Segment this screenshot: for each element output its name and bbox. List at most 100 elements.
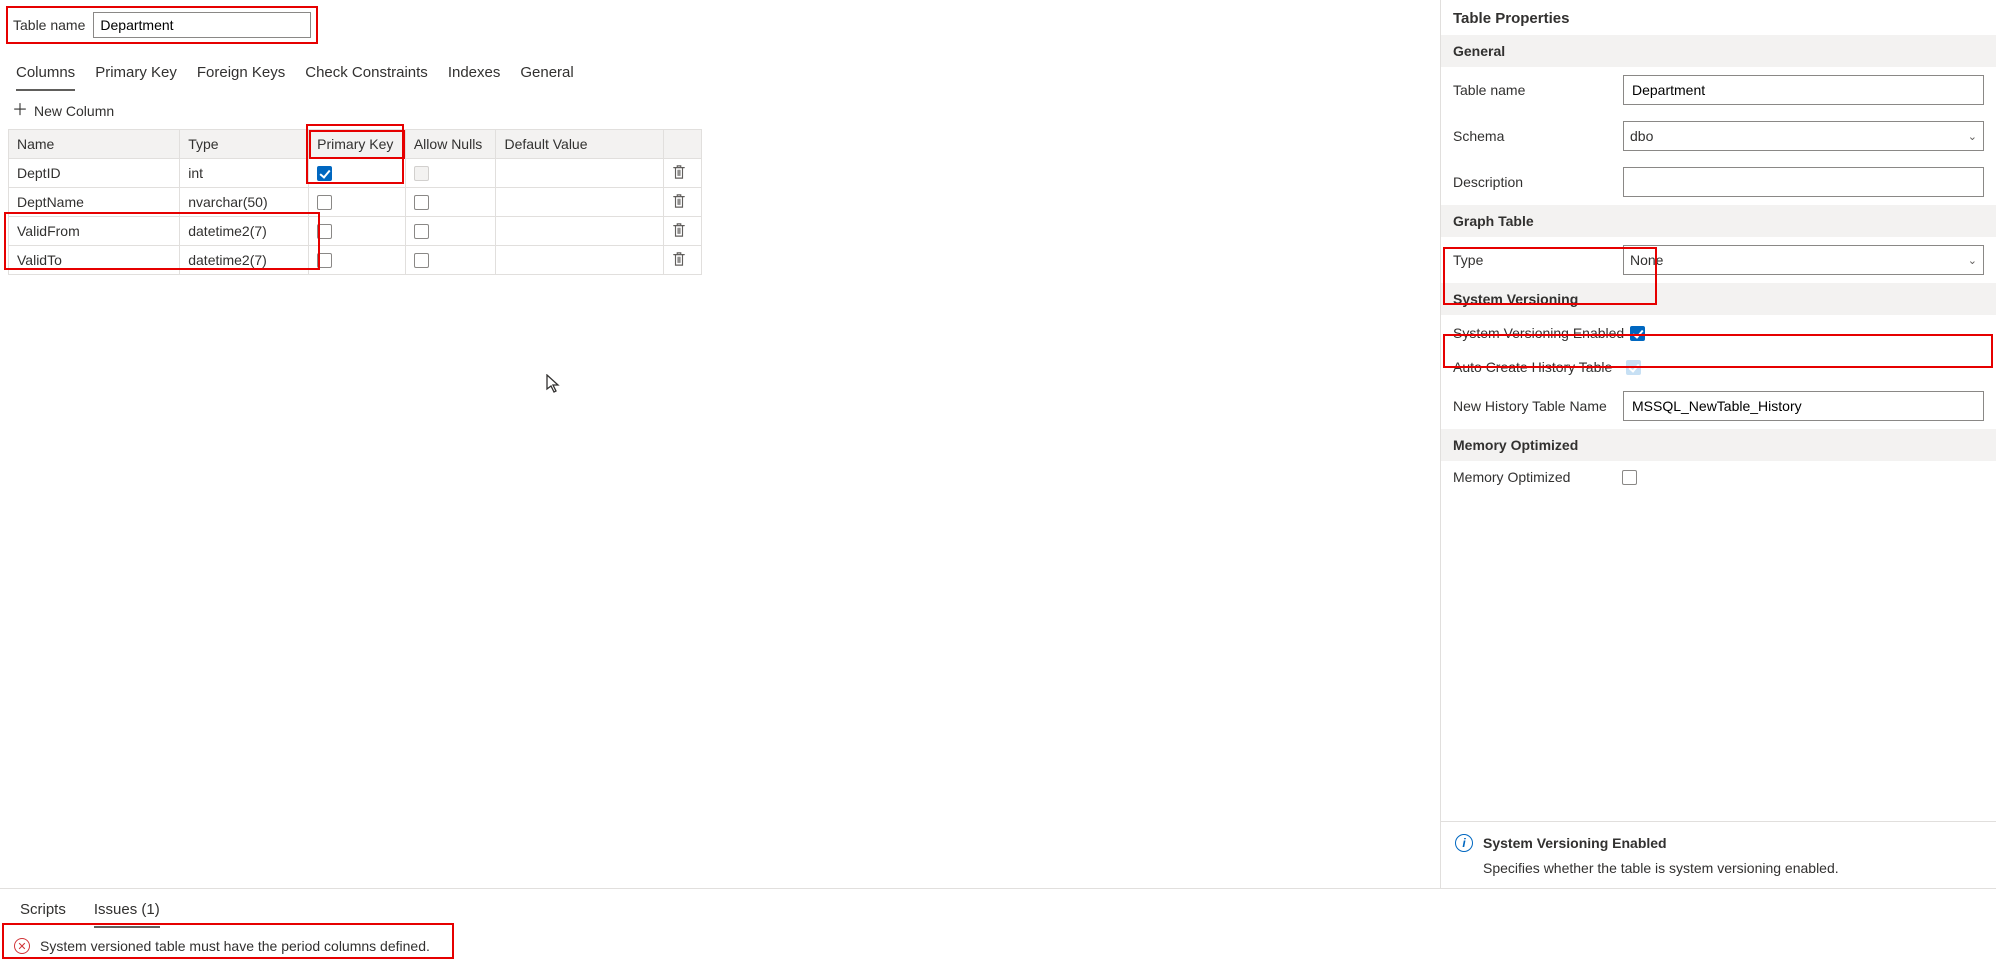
prop-table-name: Table name [1441,67,1996,113]
prop-graph-type-select[interactable]: None ⌄ [1623,245,1984,275]
cell-allow-nulls[interactable] [405,188,496,217]
chevron-down-icon: ⌄ [1968,254,1977,267]
primary-key-checkbox[interactable] [317,253,332,268]
table-row[interactable]: ValidTodatetime2(7) [9,246,702,275]
tab-check-constraints[interactable]: Check Constraints [305,58,428,91]
cell-type[interactable]: datetime2(7) [180,217,309,246]
grid-header-row: Name Type Primary Key Allow Nulls Defaul… [9,130,702,159]
grid-header-allow-nulls[interactable]: Allow Nulls [405,130,496,159]
prop-memory-checkbox[interactable] [1622,470,1637,485]
cell-allow-nulls[interactable] [405,159,496,188]
prop-graph-type-value: None [1630,252,1663,268]
cell-default-value[interactable] [496,188,663,217]
prop-sv-history-name-label: New History Table Name [1453,398,1613,414]
cell-primary-key[interactable] [309,188,406,217]
cell-primary-key[interactable] [309,217,406,246]
cell-name[interactable]: DeptID [9,159,180,188]
prop-sv-enabled-label: System Versioning Enabled [1453,325,1624,341]
prop-memory-label: Memory Optimized [1453,469,1570,485]
properties-title: Table Properties [1441,0,1996,35]
tab-indexes[interactable]: Indexes [448,58,501,91]
allow-nulls-checkbox[interactable] [414,224,429,239]
prop-table-name-label: Table name [1453,82,1613,98]
section-graph: Graph Table [1441,205,1996,237]
trash-icon[interactable] [672,251,686,267]
prop-description-input[interactable] [1623,167,1984,197]
cell-delete[interactable] [663,159,701,188]
primary-key-checkbox[interactable] [317,166,332,181]
trash-icon[interactable] [672,193,686,209]
info-icon: i [1455,834,1473,852]
grid-header-actions [663,130,701,159]
prop-table-name-input[interactable] [1623,75,1984,105]
allow-nulls-checkbox [414,166,429,181]
table-row[interactable]: DeptIDint [9,159,702,188]
bottom-tab-scripts[interactable]: Scripts [20,897,66,928]
cell-type[interactable]: nvarchar(50) [180,188,309,217]
plus-icon: ＋ [12,103,28,119]
prop-schema-select[interactable]: dbo ⌄ [1623,121,1984,151]
primary-key-checkbox[interactable] [317,195,332,210]
prop-graph-type-label: Type [1453,252,1613,268]
bottom-tabs: Scripts Issues (1) [0,889,1996,928]
cell-allow-nulls[interactable] [405,217,496,246]
trash-icon[interactable] [672,164,686,180]
bottom-tab-issues[interactable]: Issues (1) [94,897,160,928]
trash-icon[interactable] [672,222,686,238]
allow-nulls-checkbox[interactable] [414,253,429,268]
cell-type[interactable]: datetime2(7) [180,246,309,275]
prop-schema-label: Schema [1453,128,1613,144]
properties-pane: Table Properties General Table name Sche… [1440,0,1996,888]
cell-allow-nulls[interactable] [405,246,496,275]
info-title: System Versioning Enabled [1483,835,1667,851]
table-row[interactable]: DeptNamenvarchar(50) [9,188,702,217]
issue-row[interactable]: ✕ System versioned table must have the p… [0,928,1996,966]
cell-primary-key[interactable] [309,246,406,275]
cell-primary-key[interactable] [309,159,406,188]
cell-default-value[interactable] [496,159,663,188]
primary-key-checkbox[interactable] [317,224,332,239]
tab-foreign-keys[interactable]: Foreign Keys [197,58,285,91]
new-column-button[interactable]: ＋ New Column [6,91,1440,129]
cell-type[interactable]: int [180,159,309,188]
prop-sv-enabled: System Versioning Enabled [1441,315,1996,351]
prop-memory-optimized: Memory Optimized [1441,461,1996,493]
prop-sv-autocreate: Auto Create History Table [1441,351,1996,383]
prop-sv-history-name-input[interactable] [1623,391,1984,421]
grid-header-type[interactable]: Type [180,130,309,159]
columns-grid: Name Type Primary Key Allow Nulls Defaul… [8,129,702,275]
cell-name[interactable]: DeptName [9,188,180,217]
cell-delete[interactable] [663,217,701,246]
new-column-label: New Column [34,103,114,119]
prop-sv-enabled-checkbox[interactable] [1630,326,1645,341]
grid-header-name[interactable]: Name [9,130,180,159]
table-name-row: Table name [6,6,318,44]
cell-default-value[interactable] [496,217,663,246]
grid-header-primary-key[interactable]: Primary Key [309,130,406,159]
tab-columns[interactable]: Columns [16,58,75,91]
designer-pane: Table name Columns Primary Key Foreign K… [0,0,1440,888]
main-area: Table name Columns Primary Key Foreign K… [0,0,1996,888]
cell-name[interactable]: ValidFrom [9,217,180,246]
cell-default-value[interactable] [496,246,663,275]
tab-general[interactable]: General [520,58,573,91]
cell-delete[interactable] [663,188,701,217]
info-title-row: i System Versioning Enabled [1455,834,1982,860]
chevron-down-icon: ⌄ [1968,130,1977,143]
section-general: General [1441,35,1996,67]
table-name-input[interactable] [93,12,311,38]
table-row[interactable]: ValidFromdatetime2(7) [9,217,702,246]
cell-delete[interactable] [663,246,701,275]
prop-schema: Schema dbo ⌄ [1441,113,1996,159]
prop-description-label: Description [1453,174,1613,190]
cell-name[interactable]: ValidTo [9,246,180,275]
prop-sv-autocreate-checkbox [1626,360,1641,375]
issue-text: System versioned table must have the per… [40,938,430,954]
section-system-versioning: System Versioning [1441,283,1996,315]
allow-nulls-checkbox[interactable] [414,195,429,210]
tab-primary-key[interactable]: Primary Key [95,58,177,91]
prop-sv-history-name: New History Table Name [1441,383,1996,429]
grid-header-default-value[interactable]: Default Value [496,130,663,159]
prop-schema-value: dbo [1630,128,1653,144]
table-name-label: Table name [13,17,85,33]
